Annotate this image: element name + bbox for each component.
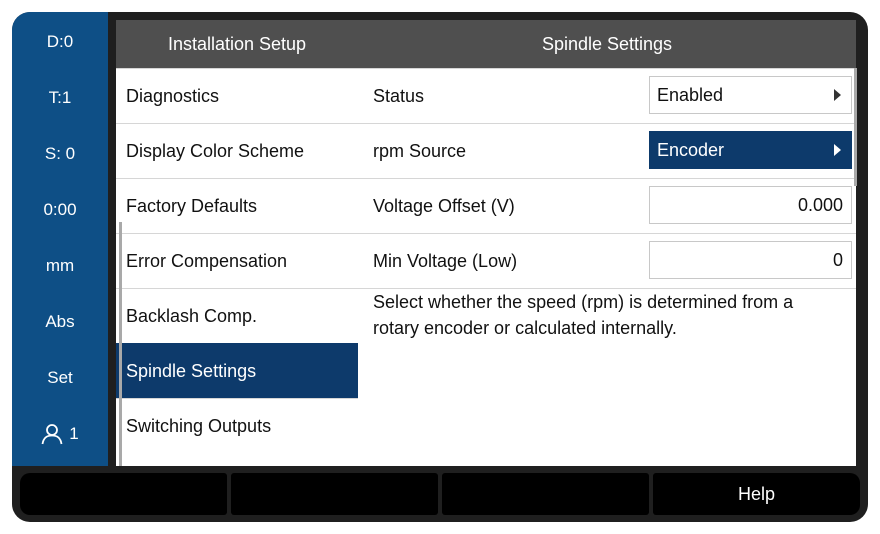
menu-item-display-color-scheme[interactable]: Display Color Scheme <box>116 123 358 178</box>
status-timer[interactable]: 0:00 <box>12 182 108 238</box>
menu-scrollbar[interactable] <box>119 222 122 466</box>
min-voltage-label: Min Voltage (Low) <box>373 251 518 271</box>
menu-item-diagnostics[interactable]: Diagnostics <box>116 68 358 123</box>
status-units[interactable]: mm <box>12 238 108 294</box>
setting-row-status: Status Enabled <box>358 68 856 123</box>
setting-row-rpm-source: rpm Source Encoder <box>358 123 856 178</box>
installation-setup-menu: Installation Setup Diagnostics Display C… <box>116 20 368 466</box>
softkey-1[interactable] <box>20 473 227 515</box>
spindle-settings-title: Spindle Settings <box>358 20 856 68</box>
setting-row-voltage-offset: Voltage Offset (V) 0.000 <box>358 178 856 233</box>
user-number: 1 <box>69 424 79 443</box>
status-label: Status <box>373 86 425 106</box>
menu-item-factory-defaults[interactable]: Factory Defaults <box>116 178 358 233</box>
rpm-source-value: Encoder <box>657 139 725 160</box>
setting-row-min-voltage: Min Voltage (Low) 0 <box>358 233 856 288</box>
status-dropdown[interactable]: Enabled <box>649 76 852 114</box>
status-bar: D:0 T:1 S: 0 0:00 mm Abs Set 1 <box>12 12 108 466</box>
menu-item-spindle-settings-label: Spindle Settings <box>126 360 257 381</box>
rpm-source-dropdown[interactable]: Encoder <box>649 131 852 169</box>
device-screen: D:0 T:1 S: 0 0:00 mm Abs Set 1 Installat… <box>12 12 868 522</box>
softkey-3[interactable] <box>442 473 649 515</box>
help-description: Select whether the speed (rpm) is determ… <box>373 292 794 338</box>
status-user[interactable]: 1 <box>12 406 108 462</box>
menu-item-switching-outputs[interactable]: Switching Outputs <box>116 398 358 453</box>
settings-scrollbar[interactable] <box>854 68 857 186</box>
help-button[interactable]: Help <box>653 473 860 515</box>
softkey-bar: Help <box>20 473 860 515</box>
voltage-offset-field[interactable]: 0.000 <box>649 186 852 224</box>
status-set[interactable]: Set <box>12 350 108 406</box>
menu-item-error-compensation[interactable]: Error Compensation <box>116 233 358 288</box>
softkey-2[interactable] <box>231 473 438 515</box>
user-icon <box>41 423 63 445</box>
rpm-source-label: rpm Source <box>373 141 467 161</box>
menu-item-spindle-settings[interactable]: Spindle Settings <box>116 343 368 398</box>
status-value: Enabled <box>657 84 724 105</box>
status-coordinate-mode[interactable]: Abs <box>12 294 108 350</box>
caret-right-icon <box>834 89 841 101</box>
voltage-offset-label: Voltage Offset (V) <box>373 196 515 216</box>
status-datum[interactable]: D:0 <box>12 14 108 70</box>
min-voltage-field[interactable]: 0 <box>649 241 852 279</box>
installation-setup-title: Installation Setup <box>116 20 358 68</box>
status-spindle[interactable]: S: 0 <box>12 126 108 182</box>
spindle-settings-panel: Spindle Settings Status Enabled rpm Sour… <box>358 20 857 466</box>
caret-right-icon <box>834 144 841 156</box>
status-tool[interactable]: T:1 <box>12 70 108 126</box>
menu-item-backlash-comp[interactable]: Backlash Comp. <box>116 288 358 343</box>
